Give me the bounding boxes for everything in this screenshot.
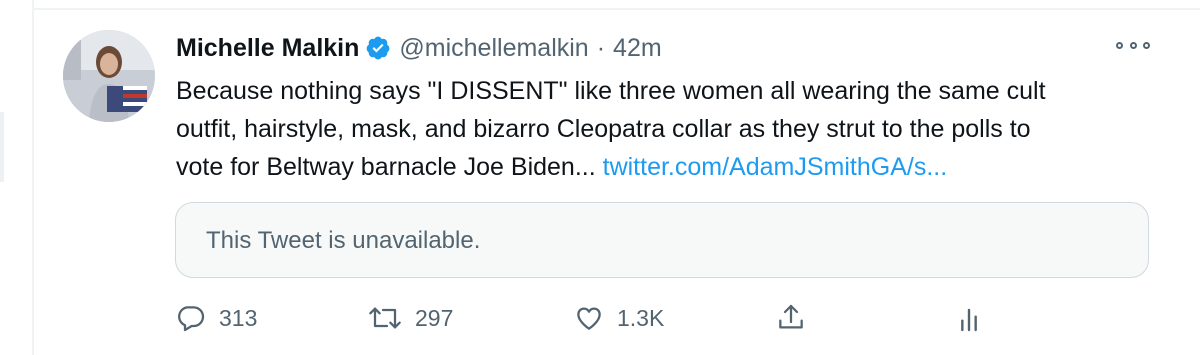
more-options-icon[interactable] [1116, 34, 1150, 56]
tweet-text-line: outfit, hairstyle, mask, and bizarro Cle… [176, 115, 1031, 143]
verified-badge-icon [365, 35, 391, 61]
tweet-text: Because nothing says "I DISSENT" like th… [176, 72, 1146, 186]
heart-icon [573, 302, 605, 334]
share-icon [775, 302, 807, 334]
retweet-icon [367, 302, 403, 334]
quoted-tweet-unavailable-text: This Tweet is unavailable. [206, 227, 481, 254]
separator-dot: · [596, 33, 606, 62]
timeline-left-border [32, 0, 34, 355]
edge-mark [0, 112, 4, 182]
timeline-divider [32, 0, 1200, 10]
tweet-link[interactable]: twitter.com/AdamJSmithGA/s... [603, 153, 948, 181]
share-button[interactable] [775, 298, 807, 338]
more-dot [1116, 41, 1123, 49]
retweet-button[interactable]: 297 [367, 298, 453, 338]
author-name[interactable]: Michelle Malkin [176, 34, 359, 63]
tweet-actions: 313 297 1.3K [175, 298, 995, 338]
tweet-text-line: Because nothing says "I DISSENT" like th… [176, 77, 1046, 105]
avatar[interactable] [63, 30, 155, 122]
like-button[interactable]: 1.3K [573, 298, 664, 338]
quoted-tweet-card[interactable]: This Tweet is unavailable. [175, 202, 1149, 278]
analytics-icon [957, 302, 981, 334]
retweet-count: 297 [415, 304, 454, 331]
analytics-button[interactable] [957, 298, 981, 338]
tweet-header: Michelle Malkin @michellemalkin · 42m [176, 28, 662, 68]
reply-button[interactable]: 313 [175, 298, 257, 338]
more-dot [1143, 41, 1150, 49]
tweet-timestamp[interactable]: 42m [613, 34, 662, 63]
reply-icon [175, 302, 207, 334]
tweet-text-line-start: vote for Beltway barnacle Joe Biden... [176, 153, 603, 181]
author-handle[interactable]: @michellemalkin [399, 34, 588, 63]
like-count: 1.3K [617, 304, 665, 331]
tweet-text-line: vote for Beltway barnacle Joe Biden... t… [176, 148, 1146, 186]
reply-count: 313 [219, 304, 258, 331]
more-dot [1129, 41, 1137, 49]
